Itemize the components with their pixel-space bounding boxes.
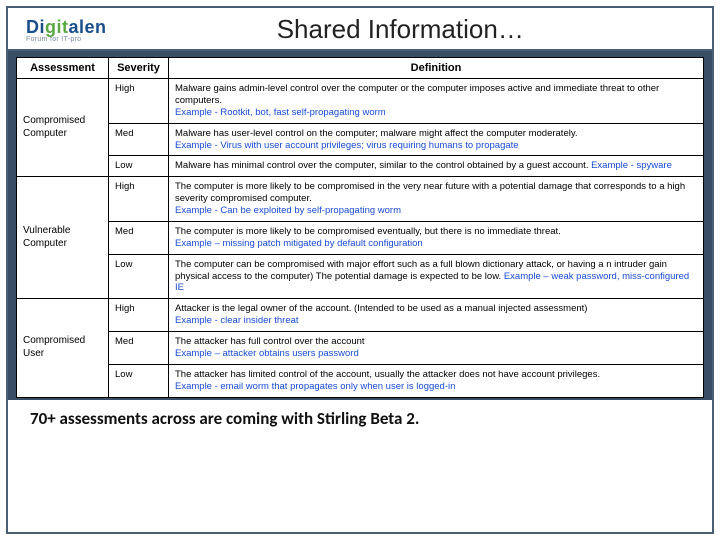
example-text: Example - Rootkit, bot, fast self-propag… <box>175 107 386 118</box>
table-row: MedThe attacker has full control over th… <box>17 332 704 365</box>
definition-cell: Attacker is the legal owner of the accou… <box>169 299 704 332</box>
severity-cell: Low <box>109 364 169 397</box>
example-text: Example - Virus with user account privil… <box>175 140 519 151</box>
table-row: MedThe computer is more likely to be com… <box>17 221 704 254</box>
table-row: LowThe attacker has limited control of t… <box>17 364 704 397</box>
severity-cell: High <box>109 177 169 222</box>
example-text: Example - Can be exploited by self-propa… <box>175 205 401 216</box>
slide-frame: Digitalen Forum for IT-pro Shared Inform… <box>6 6 714 534</box>
table-row: Compromised ComputerHighMalware gains ad… <box>17 79 704 124</box>
severity-cell: Med <box>109 123 169 156</box>
logo-word: Digitalen <box>26 17 107 38</box>
th-definition: Definition <box>169 58 704 79</box>
footer-note: 70+ assessments across are coming with S… <box>8 400 712 429</box>
assessment-table: Assessment Severity Definition Compromis… <box>16 57 704 398</box>
severity-cell: High <box>109 79 169 124</box>
severity-cell: High <box>109 299 169 332</box>
table-row: LowThe computer can be compromised with … <box>17 254 704 299</box>
definition-cell: Malware has minimal control over the com… <box>169 156 704 177</box>
severity-cell: Med <box>109 221 169 254</box>
table-row: LowMalware has minimal control over the … <box>17 156 704 177</box>
table-row: MedMalware has user-level control on the… <box>17 123 704 156</box>
definition-cell: The computer can be compromised with maj… <box>169 254 704 299</box>
table-header-row: Assessment Severity Definition <box>17 58 704 79</box>
example-text: Example – attacker obtains users passwor… <box>175 348 359 359</box>
assessment-cell: Compromised User <box>17 299 109 397</box>
assessment-cell: Vulnerable Computer <box>17 177 109 299</box>
definition-cell: The attacker has full control over the a… <box>169 332 704 365</box>
th-severity: Severity <box>109 58 169 79</box>
severity-cell: Med <box>109 332 169 365</box>
table-body: Compromised ComputerHighMalware gains ad… <box>17 79 704 398</box>
definition-cell: Malware has user-level control on the co… <box>169 123 704 156</box>
th-assessment: Assessment <box>17 58 109 79</box>
logo: Digitalen Forum for IT-pro <box>26 17 107 43</box>
page-title: Shared Information… <box>107 14 694 45</box>
definition-cell: The attacker has limited control of the … <box>169 364 704 397</box>
example-text: Example – weak password, miss-configured… <box>175 271 689 294</box>
example-text: Example - email worm that propagates onl… <box>175 381 455 392</box>
example-text: Example - clear insider threat <box>175 315 299 326</box>
example-text: Example – missing patch mitigated by def… <box>175 238 423 249</box>
header-bar: Digitalen Forum for IT-pro Shared Inform… <box>8 8 712 51</box>
content-area: Assessment Severity Definition Compromis… <box>8 51 712 400</box>
severity-cell: Low <box>109 156 169 177</box>
definition-cell: Malware gains admin-level control over t… <box>169 79 704 124</box>
table-row: Vulnerable ComputerHighThe computer is m… <box>17 177 704 222</box>
severity-cell: Low <box>109 254 169 299</box>
definition-cell: The computer is more likely to be compro… <box>169 177 704 222</box>
logo-subtitle: Forum for IT-pro <box>26 36 107 43</box>
table-row: Compromised UserHighAttacker is the lega… <box>17 299 704 332</box>
assessment-cell: Compromised Computer <box>17 79 109 177</box>
example-text: Example - spyware <box>591 160 672 171</box>
definition-cell: The computer is more likely to be compro… <box>169 221 704 254</box>
